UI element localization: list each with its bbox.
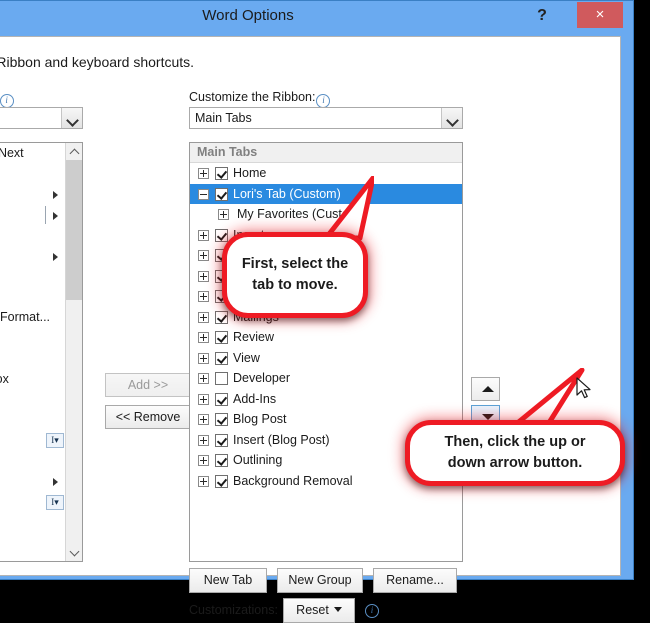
new-tab-button-label: New Tab <box>203 573 253 587</box>
submenu-arrow-icon <box>53 478 58 486</box>
callout-2-line-2: down arrow button. <box>447 455 583 471</box>
tree-row-label: Insert (Blog Post) <box>233 432 330 447</box>
info-icon[interactable]: i <box>316 94 331 108</box>
gallery-icon: I▾ <box>46 433 64 448</box>
scroll-down-icon[interactable] <box>66 544 82 561</box>
tree-row-label: Add-Ins <box>233 391 277 406</box>
remove-button[interactable]: << Remove <box>105 405 191 429</box>
customize-ribbon-label: Customize the Ribbon: i <box>189 90 331 108</box>
tree-checkbox[interactable] <box>215 331 228 344</box>
submenu-arrow-icon <box>53 191 58 199</box>
tree-checkbox[interactable] <box>215 454 228 467</box>
expand-icon[interactable] <box>218 209 229 220</box>
submenu-arrow-icon <box>53 252 58 261</box>
choose-commands-from-select[interactable]: pular Commands <box>0 107 83 129</box>
tree-row[interactable]: Developer <box>190 368 462 389</box>
close-button[interactable]: × <box>577 2 623 28</box>
new-group-button[interactable]: New Group <box>277 568 363 593</box>
expand-icon[interactable] <box>198 229 209 241</box>
customizations-label: Customizations: <box>189 603 278 617</box>
page-title: Customize the Ribbon and keyboard shortc… <box>0 54 195 70</box>
tree-row-label: View <box>233 350 260 365</box>
new-tab-button[interactable]: New Tab <box>189 568 267 593</box>
tree-row-label: Review <box>233 330 274 344</box>
tree-row-label: Home <box>233 166 267 180</box>
choose-commands-label: oose commands from:i <box>0 90 14 108</box>
expand-icon[interactable] <box>198 393 209 405</box>
tree-checkbox[interactable] <box>215 351 228 365</box>
tree-checkbox[interactable] <box>215 187 228 201</box>
expand-icon[interactable] <box>198 434 209 446</box>
scroll-up-icon[interactable] <box>66 143 82 160</box>
command-divider <box>45 205 46 224</box>
tree-checkbox[interactable] <box>215 228 228 242</box>
submenu-arrow-icon <box>53 211 58 220</box>
callout-select-tab: First, select the tab to move. <box>222 232 368 318</box>
tree-header: Main Tabs <box>190 143 462 163</box>
remove-button-label: << Remove <box>115 410 181 424</box>
collapse-icon[interactable] <box>198 188 209 200</box>
expand-icon[interactable] <box>198 332 209 343</box>
expand-icon[interactable] <box>198 168 209 179</box>
reset-button[interactable]: Reset <box>283 598 355 623</box>
commands-list-scrollbar[interactable] <box>65 143 82 561</box>
customize-ribbon-value: Main Tabs <box>195 111 252 125</box>
scrollbar-thumb[interactable] <box>66 160 82 300</box>
gallery-icon: I▾ <box>46 494 64 510</box>
command-list-item-label: Accept and Move to Next <box>0 146 24 160</box>
expand-icon[interactable] <box>198 414 209 425</box>
tree-checkbox[interactable] <box>215 474 228 488</box>
command-list-item-label: Draw Vertical Text Box <box>0 371 9 386</box>
tree-row-label: Blog Post <box>233 412 287 426</box>
tree-row[interactable]: Add-Ins <box>190 389 462 410</box>
customize-ribbon-label-text: Customize the Ribbon: <box>189 90 316 104</box>
tree-checkbox[interactable] <box>215 433 228 447</box>
chevron-down-icon[interactable] <box>441 108 462 128</box>
rename-button-label: Rename... <box>386 573 444 587</box>
tree-row-label: Outlining <box>233 453 283 467</box>
chevron-down-icon[interactable] <box>61 108 82 128</box>
rename-button[interactable]: Rename... <box>373 568 457 593</box>
new-group-button-label: New Group <box>288 573 352 587</box>
help-button[interactable]: ? <box>529 4 555 28</box>
callout-1-line-2: tab to move. <box>252 277 338 293</box>
commands-list[interactable]: Accept and Move to NextAlign LeftBreaksB… <box>0 142 83 562</box>
info-icon[interactable]: i <box>365 604 379 618</box>
expand-icon[interactable] <box>198 455 209 466</box>
tree-row-label: Background Removal <box>233 473 353 488</box>
expand-icon[interactable] <box>198 373 209 384</box>
add-button[interactable]: Add >> <box>105 373 191 397</box>
callout-1-line-1: First, select the <box>241 256 349 272</box>
reset-button-label: Reset <box>296 603 329 617</box>
tree-checkbox[interactable] <box>215 310 228 324</box>
callout-2-line-1: Then, click the up or <box>444 434 586 450</box>
callout-click-arrow: Then, click the up or down arrow button. <box>405 420 625 486</box>
tree-row[interactable]: Review <box>190 327 462 348</box>
command-list-item-label: Define New Number Format... <box>0 310 51 324</box>
expand-icon[interactable] <box>198 270 209 282</box>
tree-checkbox[interactable] <box>215 392 228 406</box>
expand-icon[interactable] <box>198 291 209 302</box>
expand-icon[interactable] <box>198 250 209 261</box>
expand-icon[interactable] <box>198 311 209 323</box>
add-button-label: Add >> <box>127 378 169 392</box>
expand-icon[interactable] <box>198 475 209 487</box>
tree-checkbox[interactable] <box>215 167 228 180</box>
customize-ribbon-select[interactable]: Main Tabs <box>189 107 463 129</box>
tree-checkbox[interactable] <box>215 413 228 426</box>
expand-icon[interactable] <box>198 352 209 364</box>
tree-row[interactable]: View <box>190 348 462 369</box>
caret-down-icon <box>333 607 342 612</box>
tree-checkbox[interactable] <box>215 372 228 385</box>
mouse-cursor <box>576 377 591 399</box>
title-bar: Word Options ? × <box>0 1 633 32</box>
info-icon[interactable]: i <box>0 94 14 108</box>
tree-row-label: Developer <box>233 371 290 385</box>
